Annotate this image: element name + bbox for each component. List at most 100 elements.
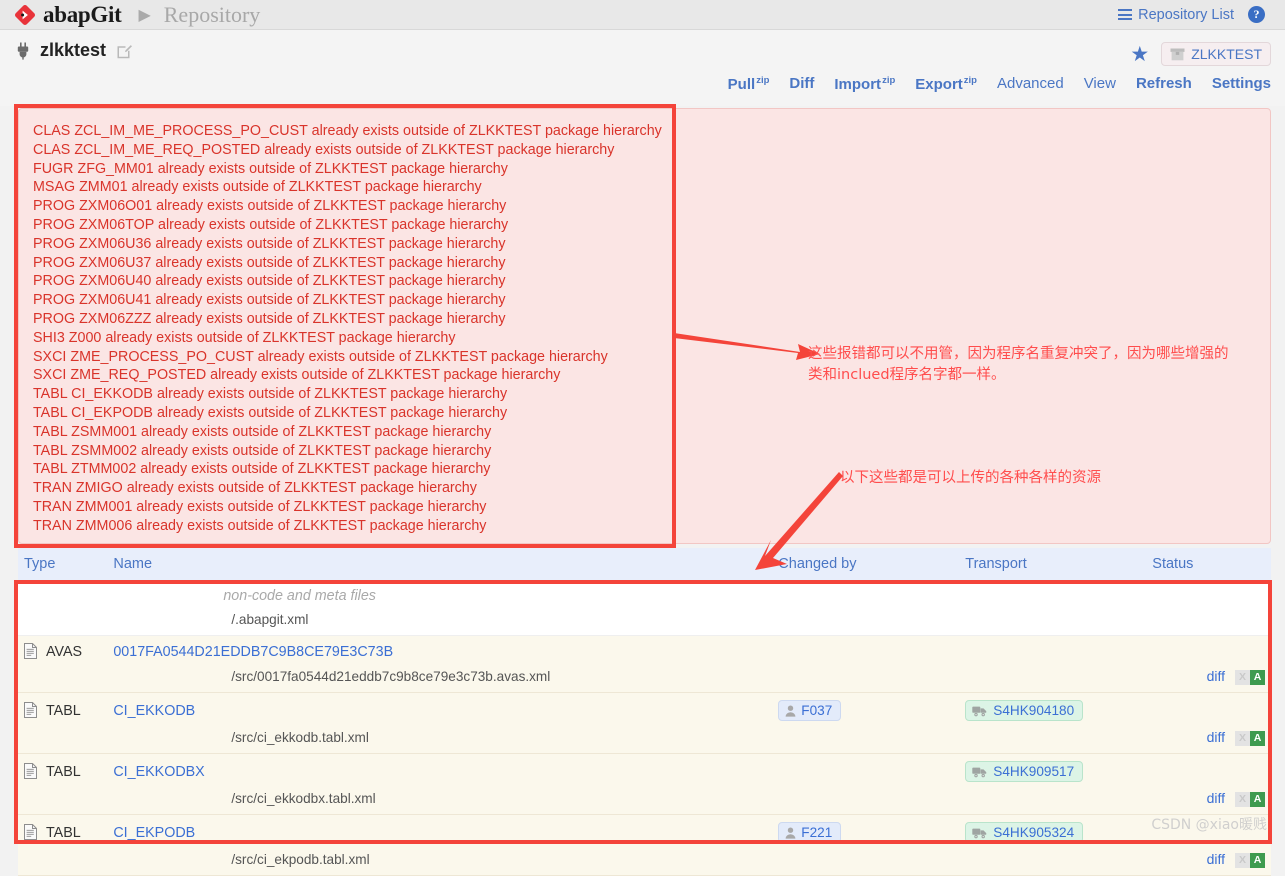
table-row[interactable]: AVAS 0017FA0544D21EDDB7C9B8CE79E3C73B <box>18 635 1271 664</box>
cell-status-actions <box>1146 608 1271 636</box>
error-message: TABL CI_EKKODB already exists outside of… <box>33 386 508 403</box>
table-row-path: /src/ci_ekpodb.tabl.xml diff X A <box>18 847 1271 876</box>
status-badge-a[interactable]: A <box>1250 731 1265 746</box>
status-badge-x[interactable]: X <box>1235 792 1250 807</box>
error-message: TRAN ZMM006 already exists outside of ZL… <box>33 517 487 534</box>
action-label: View <box>1083 75 1116 92</box>
action-label: Diff <box>789 75 815 92</box>
status-badge-a[interactable]: A <box>1250 792 1265 807</box>
column-header-transport[interactable]: Transport <box>959 548 1147 581</box>
table-row[interactable]: TABL CI_EKPODB F221 S4HK905324 <box>18 814 1271 847</box>
files-table-wrapper: Type Name Changed by Transport Status no… <box>18 548 1271 876</box>
changed-by-badge[interactable]: F221 <box>778 822 842 843</box>
diff-link[interactable]: diff <box>1207 851 1225 867</box>
column-header-status[interactable]: Status <box>1146 548 1271 581</box>
abapgit-logo-icon <box>14 4 36 26</box>
object-name-link[interactable]: 0017FA0544D21EDDB7C9B8CE79E3C73B <box>113 644 393 660</box>
cell-type <box>18 580 108 608</box>
star-icon[interactable]: ★ <box>1130 44 1149 65</box>
diff-link[interactable]: diff <box>1207 790 1225 806</box>
cell-file-path: /src/ci_ekpodb.tabl.xml <box>107 847 773 876</box>
object-type-label: TABL <box>46 825 81 841</box>
column-header-type[interactable]: Type <box>18 548 108 581</box>
table-row[interactable]: TABL CI_EKKODBX S4HK909517 <box>18 753 1271 786</box>
transport-badge[interactable]: S4HK904180 <box>965 700 1084 721</box>
object-name-link[interactable]: CI_EKKODBX <box>113 764 204 780</box>
cell-changed-by <box>772 753 960 786</box>
action-diff[interactable]: Diff <box>789 75 814 92</box>
document-icon <box>24 702 37 718</box>
annotation-note-1-line-1: 这些报错都可以不用管，因为程序名重复冲突了，因为哪些增强的 <box>808 346 1229 362</box>
help-question-icon[interactable]: ? <box>1248 6 1265 23</box>
truck-icon <box>972 705 987 717</box>
error-message: TRAN ZMIGO already exists outside of ZLK… <box>33 480 477 497</box>
action-label: Export <box>915 76 963 93</box>
object-type-label: AVAS <box>46 644 83 660</box>
column-header-name[interactable]: Name <box>107 548 773 581</box>
action-import[interactable]: Importzip <box>834 75 895 93</box>
files-table: Type Name Changed by Transport Status no… <box>18 548 1271 876</box>
cell-spacer <box>772 725 960 754</box>
cell-changed-by <box>772 635 960 664</box>
object-name-link[interactable]: CI_EKPODB <box>113 825 195 841</box>
package-chip[interactable]: ZLKKTEST <box>1161 42 1271 66</box>
repository-header-right: ★ ZLKKTEST <box>1130 42 1271 66</box>
cell-spacer <box>959 847 1147 876</box>
cell-type: AVAS <box>18 635 108 664</box>
table-header-row: Type Name Changed by Transport Status <box>18 548 1271 581</box>
transport-badge[interactable]: S4HK909517 <box>965 761 1084 782</box>
action-settings[interactable]: Settings <box>1212 75 1271 92</box>
action-refresh[interactable]: Refresh <box>1136 75 1192 92</box>
cell-spacer <box>772 664 960 693</box>
group-label: non-code and meta files <box>223 588 376 604</box>
cell-type: TABL <box>18 753 108 786</box>
cell-status <box>1146 580 1271 608</box>
status-badge-x[interactable]: X <box>1235 731 1250 746</box>
object-type-label: TABL <box>46 764 81 780</box>
object-name-link[interactable]: CI_EKKODB <box>113 703 195 719</box>
annotation-note-1-line-2: 类和inclued程序名字都一样。 <box>808 367 1006 383</box>
action-pull[interactable]: Pullzip <box>728 75 770 93</box>
error-message: PROG ZXM06TOP already exists outside of … <box>33 216 509 233</box>
action-label: Pull <box>727 76 756 93</box>
status-badge-a[interactable]: A <box>1250 853 1265 868</box>
error-message: TABL ZSMM001 already exists outside of Z… <box>33 423 492 440</box>
error-list: CLAS ZCL_IM_ME_PROCESS_PO_CUST already e… <box>33 122 662 536</box>
action-view[interactable]: View <box>1084 75 1116 92</box>
diff-link[interactable]: diff <box>1207 668 1225 684</box>
cell-status-actions: diff X A <box>1146 786 1271 815</box>
person-icon <box>785 827 796 839</box>
status-badge-x[interactable]: X <box>1235 853 1250 868</box>
table-row[interactable]: non-code and meta files <box>18 580 1271 608</box>
repository-name: zlkktest <box>40 40 107 60</box>
cell-name: CI_EKKODBX <box>107 753 773 786</box>
action-export[interactable]: Exportzip <box>915 75 977 93</box>
status-badge-x[interactable]: X <box>1235 670 1250 685</box>
cell-transport <box>959 580 1147 608</box>
action-sup-zip: zip <box>963 75 977 86</box>
object-type-label: TABL <box>46 703 81 719</box>
cell-spacer <box>18 786 108 815</box>
error-message: PROG ZXM06U37 already exists outside of … <box>33 254 506 271</box>
cell-spacer <box>18 847 108 876</box>
action-advanced[interactable]: Advanced <box>997 75 1064 92</box>
action-label: Import <box>834 76 882 93</box>
repository-title-row: zlkktest <box>16 40 1269 61</box>
cell-changed-by <box>772 580 960 608</box>
column-header-changed-by[interactable]: Changed by <box>772 548 960 581</box>
transport-badge[interactable]: S4HK905324 <box>965 822 1084 843</box>
cell-transport: S4HK904180 <box>959 692 1147 725</box>
repository-list-link[interactable]: Repository List <box>1118 7 1234 23</box>
top-bar-right: Repository List ? <box>1118 6 1271 23</box>
repository-list-label: Repository List <box>1138 6 1234 23</box>
table-row[interactable]: TABL CI_EKKODB F037 S4HK904180 <box>18 692 1271 725</box>
diff-link[interactable]: diff <box>1207 729 1225 745</box>
changed-by-label: F037 <box>801 703 833 718</box>
edit-pencil-icon[interactable] <box>116 42 133 59</box>
cell-transport <box>959 635 1147 664</box>
document-icon <box>24 643 37 659</box>
changed-by-badge[interactable]: F037 <box>778 700 842 721</box>
error-message: TRAN ZMM001 already exists outside of ZL… <box>33 498 487 515</box>
cell-name: CI_EKPODB <box>107 814 773 847</box>
status-badge-a[interactable]: A <box>1250 670 1265 685</box>
